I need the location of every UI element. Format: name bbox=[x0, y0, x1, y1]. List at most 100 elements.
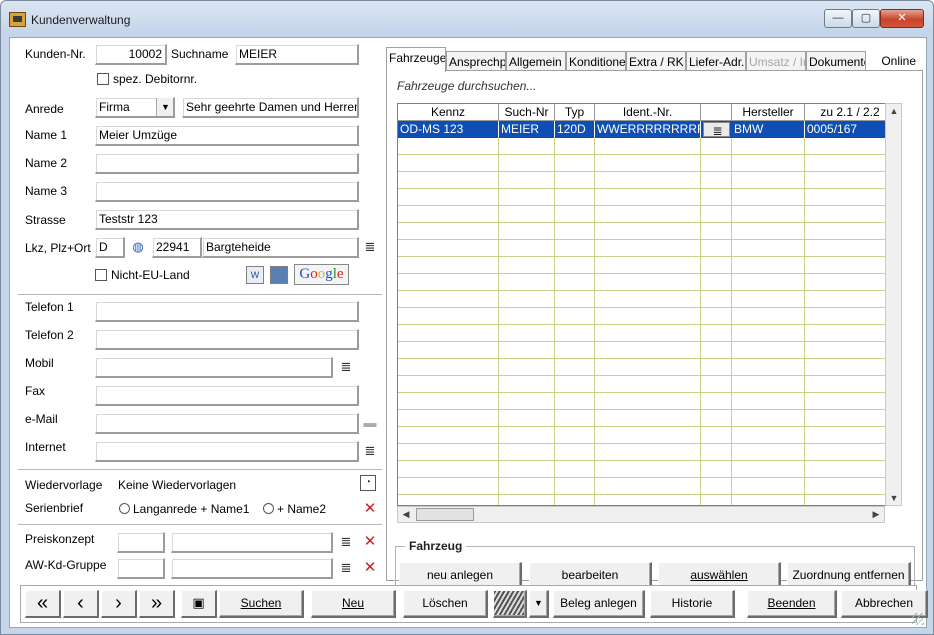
reminder-icon[interactable]: ◔ bbox=[360, 475, 376, 491]
empty-row bbox=[398, 461, 894, 478]
empty-row bbox=[398, 274, 894, 291]
nicht-eu-label: Nicht-EU-Land bbox=[111, 268, 190, 282]
loeschen-button[interactable]: Löschen bbox=[403, 590, 488, 618]
column-header-zu[interactable]: zu 2.1 / 2.2 bbox=[805, 104, 894, 121]
vehicle-grid[interactable]: Kennz Such-Nr Typ Ident.-Nr. Hersteller … bbox=[397, 103, 895, 506]
spez-debitor-checkbox[interactable] bbox=[97, 73, 109, 85]
maximize-button[interactable]: ▢ bbox=[852, 9, 880, 28]
telefon1-field[interactable] bbox=[95, 301, 359, 322]
tab-konditionen[interactable]: Konditionen bbox=[566, 51, 626, 71]
scroll-thumb[interactable] bbox=[416, 508, 474, 521]
next-record-button[interactable]: › bbox=[101, 590, 137, 618]
name3-field[interactable] bbox=[95, 181, 359, 202]
mobil-field[interactable] bbox=[95, 357, 333, 378]
word-icon[interactable]: W bbox=[246, 266, 264, 284]
list-icon[interactable]: ≣ bbox=[336, 357, 356, 377]
cell-such-nr: MEIER bbox=[499, 121, 555, 138]
close-button[interactable]: ✕ bbox=[880, 9, 924, 28]
vertical-scrollbar[interactable]: ▲ ▼ bbox=[885, 103, 902, 506]
list-icon[interactable]: ≣ bbox=[336, 532, 356, 552]
anrede-select[interactable]: Firma ▼ bbox=[95, 97, 175, 118]
ort-field[interactable]: Bargteheide bbox=[202, 237, 359, 258]
email-field[interactable] bbox=[95, 413, 359, 434]
tab-dokumente[interactable]: Dokumente bbox=[806, 51, 866, 71]
column-line bbox=[594, 138, 595, 505]
suchen-button[interactable]: Suchen bbox=[219, 590, 304, 618]
mail-send-icon[interactable]: ▬ bbox=[360, 413, 380, 433]
email-label: e-Mail bbox=[25, 412, 58, 426]
name3-label: Name 3 bbox=[25, 184, 68, 198]
name1-field[interactable]: Meier Umzüge bbox=[95, 125, 359, 146]
beleg-anlegen-button[interactable]: Beleg anlegen bbox=[553, 590, 645, 618]
tab-allgemein[interactable]: Allgemein bbox=[506, 51, 566, 71]
briefanrede-field[interactable]: Sehr geehrte Damen und Herren bbox=[182, 97, 359, 118]
column-header-such-nr[interactable]: Such-Nr bbox=[499, 104, 555, 121]
google-search-button[interactable]: Google bbox=[294, 264, 349, 285]
neu-button[interactable]: Neu bbox=[311, 590, 396, 618]
column-line bbox=[498, 138, 499, 505]
save-button[interactable]: ▣ bbox=[181, 590, 217, 618]
chevron-down-icon[interactable]: ▼ bbox=[156, 98, 173, 116]
globe-icon[interactable]: ◍ bbox=[128, 237, 148, 257]
preiskonzept-code-field[interactable] bbox=[117, 532, 165, 553]
empty-row bbox=[398, 427, 894, 444]
list-icon[interactable]: ≣ bbox=[360, 237, 380, 257]
telefon2-field[interactable] bbox=[95, 329, 359, 350]
historie-button[interactable]: Historie bbox=[650, 590, 735, 618]
lkz-field[interactable]: D bbox=[95, 237, 125, 258]
empty-row bbox=[398, 478, 894, 495]
serienbrief-radio-2[interactable] bbox=[263, 503, 274, 514]
column-header-hersteller[interactable]: Hersteller bbox=[732, 104, 805, 121]
clear-icon[interactable]: ✕ bbox=[362, 560, 378, 576]
nicht-eu-checkbox[interactable] bbox=[95, 269, 107, 281]
scroll-up-icon[interactable]: ▲ bbox=[886, 106, 902, 116]
scroll-right-icon[interactable]: ▶ bbox=[868, 509, 884, 520]
tab-online[interactable]: Online bbox=[866, 51, 922, 71]
minimize-button[interactable]: — bbox=[824, 9, 852, 28]
google-letter: o bbox=[310, 266, 318, 282]
table-row[interactable]: OD-MS 123 MEIER 120D WWERRRRRRRRRRR ≣ BM… bbox=[398, 121, 894, 138]
tab-ansprechpartner[interactable]: Ansprechpartner bbox=[446, 51, 506, 71]
column-header-kennz[interactable]: Kennz bbox=[398, 104, 499, 121]
kunden-nr-field[interactable]: 10002 bbox=[95, 44, 167, 65]
suchname-label: Suchname bbox=[171, 47, 229, 61]
internet-field[interactable] bbox=[95, 441, 359, 462]
name2-field[interactable] bbox=[95, 153, 359, 174]
column-header-typ[interactable]: Typ bbox=[555, 104, 595, 121]
scroll-down-icon[interactable]: ▼ bbox=[886, 493, 902, 503]
horizontal-scrollbar[interactable]: ◀ ▶ bbox=[397, 506, 885, 523]
column-header-ident-nr[interactable]: Ident.-Nr. bbox=[595, 104, 701, 121]
list-icon[interactable]: ≣ bbox=[360, 441, 380, 461]
awkd-code-field[interactable] bbox=[117, 558, 165, 579]
clear-icon[interactable]: ✕ bbox=[362, 501, 378, 517]
awkd-name-field[interactable] bbox=[171, 558, 333, 579]
tire-icon[interactable] bbox=[493, 590, 527, 618]
tab-fahrzeuge[interactable]: Fahrzeuge bbox=[386, 47, 446, 72]
strasse-field[interactable]: Teststr 123 bbox=[95, 209, 359, 230]
fax-field[interactable] bbox=[95, 385, 359, 406]
google-letter: G bbox=[299, 266, 311, 282]
tab-liefer-adr[interactable]: Liefer-Adr. bbox=[686, 51, 746, 71]
title-bar[interactable]: Kundenverwaltung — ▢ ✕ bbox=[1, 1, 933, 37]
suchname-field[interactable]: MEIER bbox=[235, 44, 359, 65]
empty-row bbox=[398, 325, 894, 342]
previous-record-button[interactable]: ‹ bbox=[63, 590, 99, 618]
last-record-button[interactable]: » bbox=[139, 590, 175, 618]
beenden-button[interactable]: Beenden bbox=[747, 590, 837, 618]
list-icon[interactable]: ≣ bbox=[336, 558, 356, 578]
list-icon[interactable]: ≣ bbox=[703, 122, 730, 137]
column-line bbox=[731, 138, 732, 505]
scroll-left-icon[interactable]: ◀ bbox=[398, 509, 414, 520]
preiskonzept-name-field[interactable] bbox=[171, 532, 333, 553]
chevron-down-icon[interactable]: ▼ bbox=[529, 590, 549, 618]
vehicle-search-input[interactable]: Fahrzeuge durchsuchen... bbox=[395, 75, 915, 97]
serienbrief-radio-1[interactable] bbox=[119, 503, 130, 514]
first-record-button[interactable]: « bbox=[25, 590, 61, 618]
clear-icon[interactable]: ✕ bbox=[362, 534, 378, 550]
column-header-detail[interactable] bbox=[701, 104, 732, 121]
tab-extra-rk[interactable]: Extra / RK bbox=[626, 51, 686, 71]
calculator-icon[interactable] bbox=[270, 266, 288, 284]
resize-grip[interactable] bbox=[912, 613, 924, 625]
plz-field[interactable]: 22941 bbox=[152, 237, 202, 258]
column-line bbox=[554, 138, 555, 505]
